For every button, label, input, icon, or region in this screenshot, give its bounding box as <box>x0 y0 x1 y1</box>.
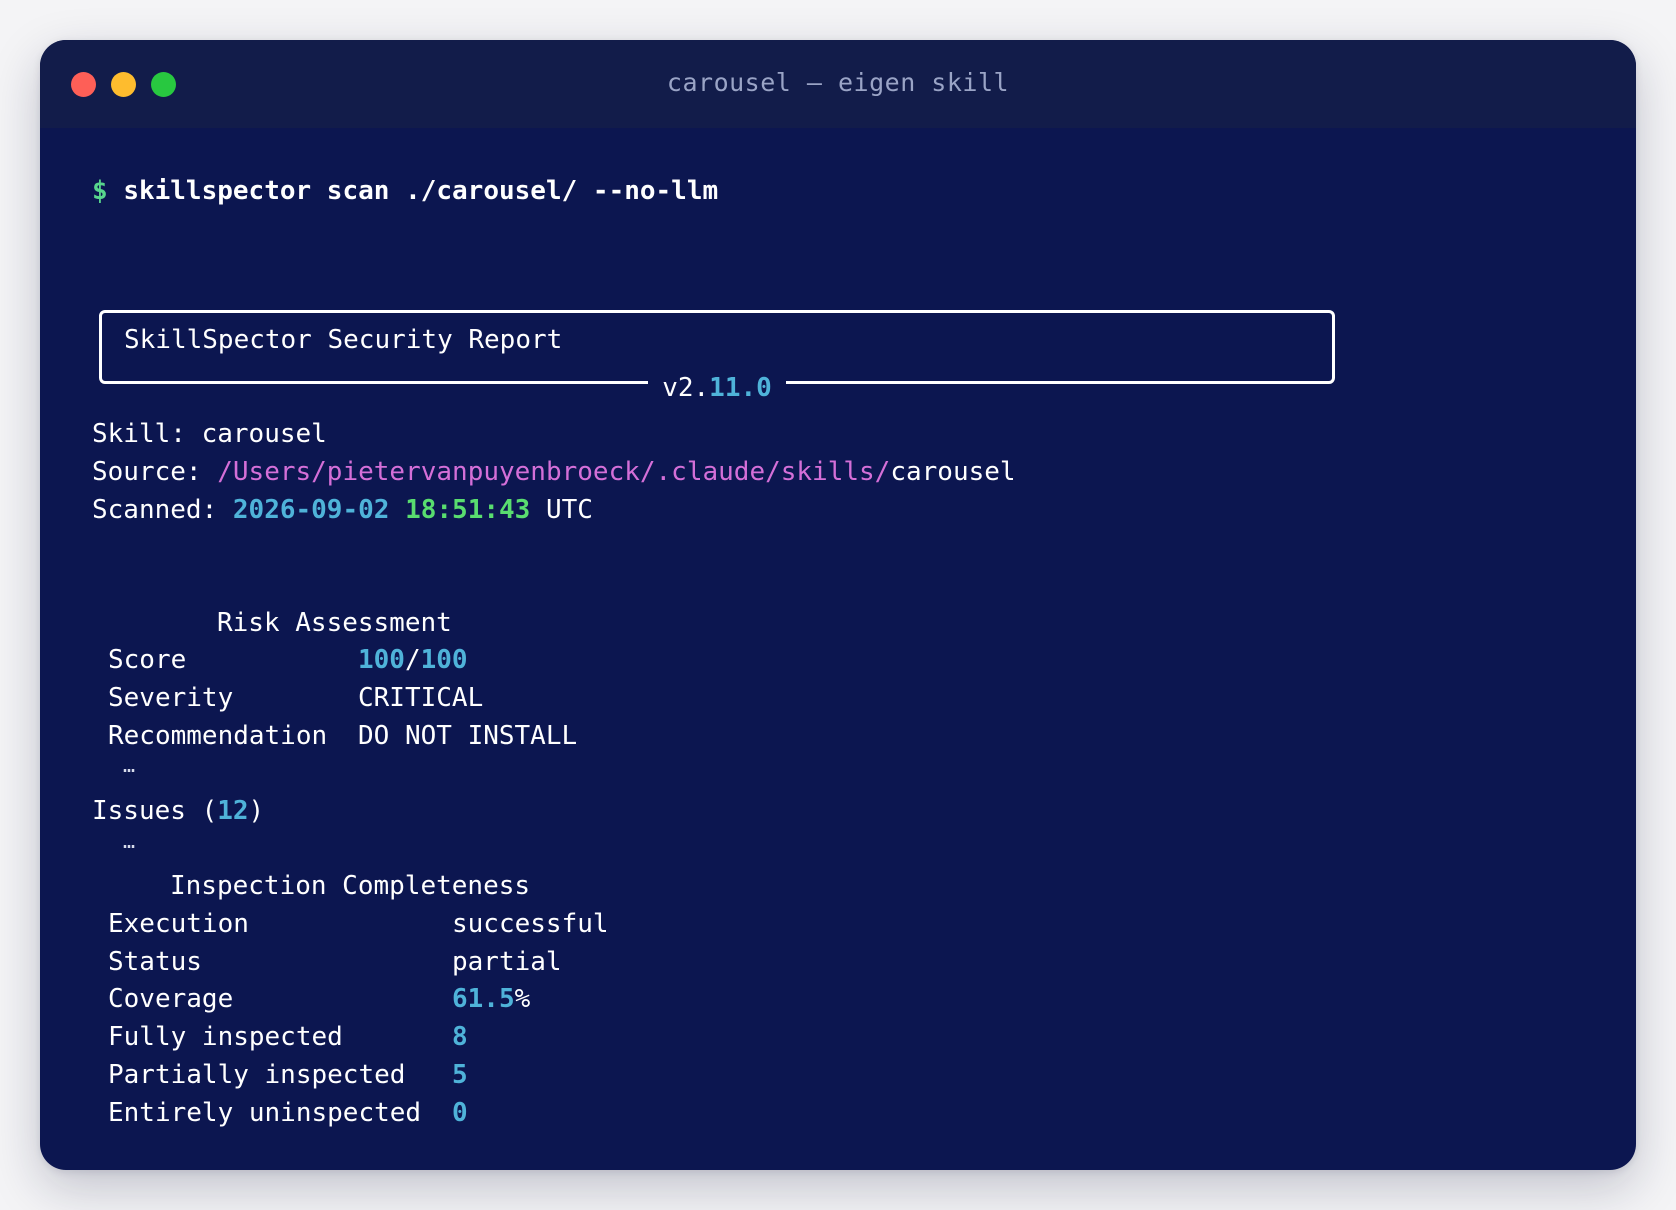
fully-inspected-value: 8 <box>452 1022 468 1052</box>
report-header-panel: SkillSpector Security Report v2.11.0 <box>99 310 1335 403</box>
command-line: $ skillspector scan ./carousel/ --no-llm <box>92 172 718 210</box>
partially-inspected-value: 5 <box>452 1060 468 1090</box>
window-title: carousel — eigen skill <box>666 68 1010 97</box>
skill-value: carousel <box>201 419 327 449</box>
scanned-date: 2026-09-02 <box>232 495 390 525</box>
issues-count: 12 <box>217 796 249 826</box>
score-number: 100 <box>358 645 405 675</box>
fully-inspected-label: Fully inspected <box>108 1022 343 1052</box>
title-bar: carousel — eigen skill <box>40 40 1636 128</box>
scanned-line: Scanned: 2026-09-02 18:51:43 UTC <box>92 491 593 529</box>
version-number: 11.0 <box>709 373 772 403</box>
source-path: /Users/pietervanpuyenbroeck/.claude/skil… <box>217 457 891 487</box>
command-text: skillspector scan ./carousel/ --no-llm <box>123 176 719 206</box>
recommendation-value: DO NOT INSTALL <box>358 721 578 751</box>
skill-label: Skill: <box>92 419 186 449</box>
issues-line: Issues (12) <box>92 792 264 830</box>
score-value: 100/100 <box>358 641 468 679</box>
status-label: Status <box>108 947 202 977</box>
issues-ellipsis: … <box>123 829 136 853</box>
score-separator: / <box>404 645 421 675</box>
terminal-window: carousel — eigen skill $ skillspector sc… <box>40 40 1636 1170</box>
source-line: Source: /Users/pietervanpuyenbroeck/.cla… <box>92 453 1016 491</box>
score-max: 100 <box>420 645 468 675</box>
coverage-number: 61.5 <box>452 984 515 1014</box>
prompt-symbol: $ <box>92 176 108 206</box>
issues-close: ) <box>248 796 265 826</box>
source-label: Source: <box>92 457 202 487</box>
execution-value: successful <box>452 909 609 939</box>
severity-label: Severity <box>108 683 234 713</box>
scanned-label: Scanned: <box>92 495 218 525</box>
report-version: v2.11.0 <box>102 373 1332 403</box>
terminal-output[interactable]: $ skillspector scan ./carousel/ --no-llm… <box>92 172 1616 1150</box>
coverage-label: Coverage <box>108 984 234 1014</box>
uninspected-value: 0 <box>452 1098 468 1128</box>
uninspected-label: Entirely uninspected <box>108 1098 422 1128</box>
execution-label: Execution <box>108 909 249 939</box>
inspection-heading: Inspection Completeness <box>170 871 531 901</box>
scanned-timezone: UTC <box>545 495 593 525</box>
partially-inspected-label: Partially inspected <box>108 1060 406 1090</box>
issues-label: Issues ( <box>92 796 218 826</box>
risk-ellipsis: … <box>123 753 136 777</box>
scanned-time: 18:51:43 <box>405 495 531 525</box>
status-value: partial <box>452 947 562 977</box>
skill-line: Skill: carousel <box>92 415 327 453</box>
coverage-value: 61.5% <box>452 980 530 1018</box>
report-title: SkillSpector Security Report <box>124 325 563 355</box>
severity-value: CRITICAL <box>358 683 484 713</box>
risk-heading: Risk Assessment <box>217 608 452 638</box>
version-prefix: v2. <box>662 373 710 403</box>
source-name: carousel <box>890 457 1016 487</box>
coverage-unit: % <box>514 984 531 1014</box>
recommendation-label: Recommendation <box>108 721 328 751</box>
score-label: Score <box>108 645 187 675</box>
